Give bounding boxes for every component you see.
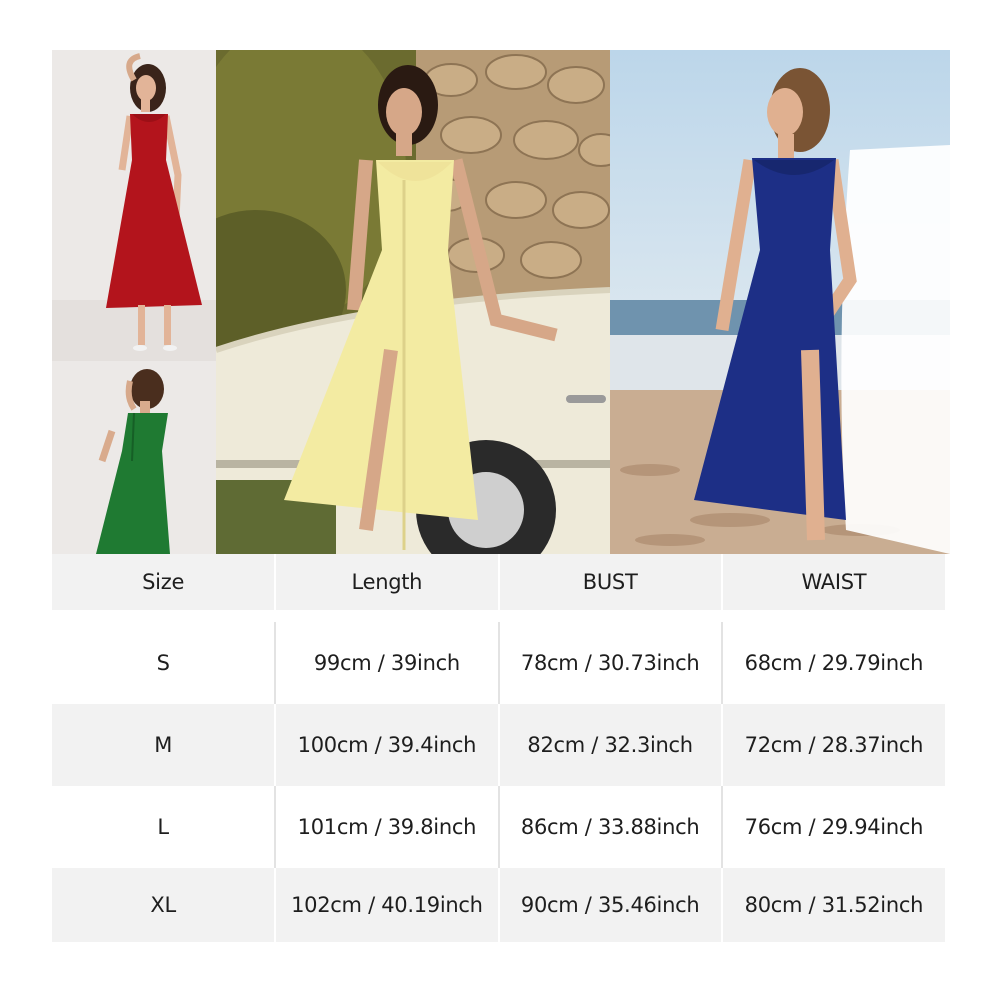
cell-waist: 76cm / 29.94inch [720, 786, 945, 868]
cell-size: M [52, 704, 276, 786]
cell-waist: 80cm / 31.52inch [720, 868, 945, 942]
header-bust: BUST [497, 554, 722, 610]
cell-length: 101cm / 39.8inch [274, 786, 499, 868]
cell-waist: 68cm / 29.79inch [720, 622, 945, 704]
cell-size: XL [52, 868, 276, 942]
red-dress-photo [52, 50, 216, 361]
yellow-dress-photo [216, 50, 610, 554]
cell-length: 100cm / 39.4inch [274, 704, 499, 786]
cell-length: 99cm / 39inch [274, 622, 499, 704]
green-dress-photo [52, 361, 216, 554]
cell-waist: 72cm / 28.37inch [720, 704, 945, 786]
cell-bust: 86cm / 33.88inch [497, 786, 722, 868]
cell-bust: 82cm / 32.3inch [497, 704, 722, 786]
table-row: S 99cm / 39inch 78cm / 30.73inch 68cm / … [52, 622, 945, 704]
table-row: M 100cm / 39.4inch 82cm / 32.3inch 72cm … [52, 704, 945, 786]
cell-bust: 90cm / 35.46inch [497, 868, 722, 942]
cell-size: L [52, 786, 276, 868]
table-row: XL 102cm / 40.19inch 90cm / 35.46inch 80… [52, 868, 945, 942]
header-length: Length [274, 554, 499, 610]
header-waist: WAIST [720, 554, 945, 610]
size-chart-table: Size Length BUST WAIST S 99cm / 39inch 7… [52, 554, 945, 942]
cell-bust: 78cm / 30.73inch [497, 622, 722, 704]
blue-dress-photo [610, 50, 950, 554]
header-size: Size [52, 554, 276, 610]
cell-size: S [52, 622, 276, 704]
cell-length: 102cm / 40.19inch [274, 868, 499, 942]
table-header-row: Size Length BUST WAIST [52, 554, 945, 610]
table-row: L 101cm / 39.8inch 86cm / 33.88inch 76cm… [52, 786, 945, 868]
